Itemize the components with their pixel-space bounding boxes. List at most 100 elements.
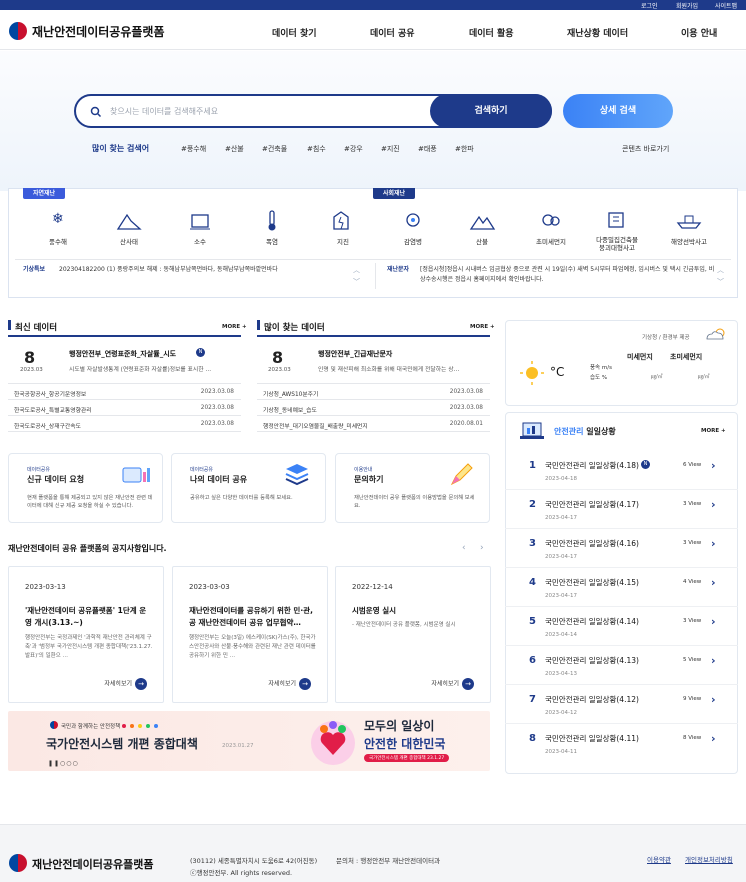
- arrow-right-icon: →: [135, 678, 147, 690]
- divider: [15, 259, 731, 260]
- accent-bar: [257, 320, 260, 330]
- contents-shortcut-link[interactable]: 콘텐츠 바로가기: [622, 144, 669, 154]
- signup-link[interactable]: 회원가입: [676, 1, 698, 10]
- list-item[interactable]: 한국도로공사_특별교통영향관리 2023.03.08: [14, 405, 234, 414]
- category-wildfire[interactable]: 산불: [452, 209, 512, 246]
- notice-more-link[interactable]: 자세히보기 →: [104, 678, 147, 690]
- category-landslide[interactable]: 산사태: [99, 209, 159, 246]
- service-card-request[interactable]: 데이터공유 신규 데이터 요청 현재 플랫폼을 통해 제공되고 있지 않은 재난…: [8, 453, 163, 523]
- nav-find-data[interactable]: 데이터 찾기: [272, 26, 317, 39]
- nav-guide[interactable]: 이용 안내: [681, 26, 717, 39]
- list-item[interactable]: 기상청_AWS10분주기 2023.03.08: [263, 389, 483, 398]
- service-title: 신규 데이터 요청: [27, 475, 85, 484]
- keyword-tag[interactable]: #한파: [455, 144, 474, 154]
- table-row[interactable]: 8 국민안전관리 일일상황(4.11) 2023-04-11 8 View ›: [505, 724, 738, 763]
- table-row[interactable]: 1 국민안전관리 일일상황(4.18) N 2023-04-18 6 View ›: [505, 451, 738, 490]
- natural-disaster-tag: 자연재난: [23, 188, 66, 199]
- thermometer-icon: [258, 209, 286, 231]
- notice-desc: 행정안전부는 오늘(3일) 에스케이(SK)가스(주), 한국가스안전공사와 산…: [189, 635, 316, 659]
- category-building-collapse[interactable]: 다중밀집건축물 붕괴대형사고: [587, 209, 647, 252]
- notice-card[interactable]: 2022-12-14 시범운영 실시 - 재난안전데이터 공유 플랫폼, 시범운…: [335, 566, 491, 703]
- site-logo-text[interactable]: 재난안전데이터공유플랫폼: [32, 23, 164, 40]
- chevron-down-icon[interactable]: ﹀: [353, 277, 360, 287]
- chevron-down-icon[interactable]: ﹀: [717, 277, 724, 287]
- list-item[interactable]: 한국도로공사_상재구간속도 2023.03.08: [14, 421, 234, 430]
- divider: [8, 399, 241, 400]
- chevron-right-icon: ›: [711, 498, 716, 511]
- safety-more-link[interactable]: MORE +: [701, 428, 726, 434]
- notice-more-link[interactable]: 자세히보기 →: [268, 678, 311, 690]
- site-header: 재난안전데이터공유플랫폼 데이터 찾기 데이터 공유 데이터 활용 재난상황 데…: [0, 10, 746, 50]
- footer-logo-text: 재난안전데이터공유플랫폼: [32, 858, 154, 871]
- latest-feature-title[interactable]: 행정안전부_연령표준화_자살률_시도: [69, 349, 176, 359]
- category-flood[interactable]: ❄ 풍수해: [28, 209, 88, 246]
- keyword-tag[interactable]: #침수: [307, 144, 326, 154]
- list-item[interactable]: 한국공항공사_항공기운영정보 2023.03.08: [14, 389, 234, 398]
- next-arrow-icon[interactable]: ›: [480, 543, 484, 553]
- category-fine-dust[interactable]: 초미세먼지: [521, 209, 581, 246]
- disaster-category-panel: 자연재난 사회재난 ❄ 풍수해 산사태 소수 폭염 지진 감염병 산불 초미세먼…: [8, 188, 738, 298]
- login-link[interactable]: 로그인: [641, 1, 658, 10]
- keyword-tag[interactable]: #지진: [381, 144, 400, 154]
- flood-icon: ❄: [44, 209, 72, 231]
- prev-arrow-icon[interactable]: ‹: [462, 543, 466, 553]
- latest-more-link[interactable]: MORE +: [222, 324, 247, 330]
- keyword-tag[interactable]: #태풍: [418, 144, 437, 154]
- divider: [8, 415, 241, 416]
- service-card-inquiry[interactable]: 이용안내 문의하기 재난안전데이터 공유 플랫폼의 이용방법을 문의해 보세요.: [335, 453, 490, 523]
- nav-share-data[interactable]: 데이터 공유: [370, 26, 415, 39]
- search-bar[interactable]: 찾으시는 데이터를 검색해주세요 검색하기: [74, 94, 552, 128]
- notice-heading: 재난안전데이터 공유 플랫폼의 공지사항입니다.: [8, 544, 167, 553]
- keyword-tag[interactable]: #산불: [225, 144, 244, 154]
- weather-caption: 기상청 / 환경부 제공: [642, 335, 690, 341]
- table-row[interactable]: 2 국민안전관리 일일상황(4.17) 2023-04-17 3 View ›: [505, 490, 738, 529]
- terms-link[interactable]: 이용약관: [647, 854, 671, 864]
- search-input[interactable]: 찾으시는 데이터를 검색해주세요: [110, 106, 218, 117]
- table-row[interactable]: 3 국민안전관리 일일상황(4.16) 2023-04-17 3 View ›: [505, 529, 738, 568]
- latest-feature-desc: 시도별 자살발생통계 (연령표준화 자살률)정보를 표시한 …: [69, 367, 212, 373]
- promo-banner[interactable]: 국민과 함께하는 안전정책 국가안전시스템 개편 종합대책 2023.01.27…: [8, 711, 490, 771]
- list-item[interactable]: 기상청_동네예보_습도 2023.03.08: [263, 405, 483, 414]
- taegeuk-logo-icon[interactable]: [9, 22, 27, 40]
- sitemap-link[interactable]: 사이트맵: [715, 1, 737, 10]
- divider: [257, 415, 490, 416]
- dot: [122, 724, 126, 728]
- landslide-icon: [115, 209, 143, 231]
- category-ship-accident[interactable]: 해양선박사고: [659, 209, 719, 246]
- notice-card[interactable]: 2023-03-03 재난안전데이터를 공유하기 위한 민·관, 공 재난안전데…: [172, 566, 328, 703]
- table-row[interactable]: 6 국민안전관리 일일상황(4.13) 2023-04-13 5 View ›: [505, 646, 738, 685]
- popular-more-link[interactable]: MORE +: [470, 324, 495, 330]
- weather-alert-text[interactable]: 202304182200 (1) 풍랑주의보 해제 : 동해남부남쪽먼바다, 동…: [59, 265, 349, 275]
- category-epidemic[interactable]: 감염병: [383, 209, 443, 246]
- chevron-right-icon: ›: [711, 615, 716, 628]
- keyword-tag[interactable]: #건축물: [262, 144, 287, 154]
- disaster-msg-text[interactable]: [정읍시청]정읍시 시내버스 임금협상 중으로 관련 시 19일(수) 새벽 5…: [420, 265, 716, 285]
- category-heatwave[interactable]: 폭염: [242, 209, 302, 246]
- new-badge-icon: N: [641, 460, 650, 469]
- nav-use-data[interactable]: 데이터 활용: [469, 26, 514, 39]
- table-row[interactable]: 5 국민안전관리 일일상황(4.14) 2023-04-14 3 View ›: [505, 607, 738, 646]
- keyword-tag[interactable]: #풍수해: [181, 144, 206, 154]
- nav-disaster-data[interactable]: 재난상황 데이터: [567, 26, 628, 39]
- detail-search-button[interactable]: 상세 검색: [563, 94, 673, 128]
- cloud-dust-icon: [537, 209, 565, 231]
- banner-pager[interactable]: ❚❚○○○: [48, 760, 79, 767]
- site-footer: 재난안전데이터공유플랫폼 (30112) 세종특별자치시 도움6로 42(어진동…: [0, 824, 746, 882]
- chevron-up-icon[interactable]: ︿: [353, 265, 360, 275]
- notice-more-link[interactable]: 자세히보기 →: [431, 678, 474, 690]
- footer-address: (30112) 세종특별자치시 도움6로 42(어진동): [190, 857, 318, 865]
- service-desc: 현재 플랫폼을 통해 제공되고 있지 않은 재난안전 관련 데이터에 대해 신규…: [27, 495, 153, 509]
- table-row[interactable]: 4 국민안전관리 일일상황(4.15) 2023-04-17 4 View ›: [505, 568, 738, 607]
- table-row[interactable]: 7 국민안전관리 일일상황(4.12) 2023-04-12 9 View ›: [505, 685, 738, 724]
- chevron-up-icon[interactable]: ︿: [717, 265, 724, 275]
- popular-feature-title[interactable]: 행정안전부_긴급재난문자: [318, 349, 392, 359]
- search-button[interactable]: 검색하기: [430, 94, 552, 128]
- taegeuk-logo-icon: [50, 721, 58, 729]
- service-card-share[interactable]: 데이터공유 나의 데이터 공유 공유하고 싶은 다양한 데이터를 등록해 보세요…: [171, 453, 326, 523]
- notice-card[interactable]: 2023-03-13 '재난안전데이터 공유플랫폼' 1단계 운영 개시(3.1…: [8, 566, 164, 703]
- privacy-link[interactable]: 개인정보처리방침: [685, 854, 733, 864]
- category-earthquake[interactable]: 지진: [313, 209, 373, 246]
- keyword-tag[interactable]: #강우: [344, 144, 363, 154]
- list-item[interactable]: 행정안전부_대기오염물질_배출량_미세먼지 2020.08.01: [263, 421, 483, 430]
- category-drought[interactable]: 소수: [170, 209, 230, 246]
